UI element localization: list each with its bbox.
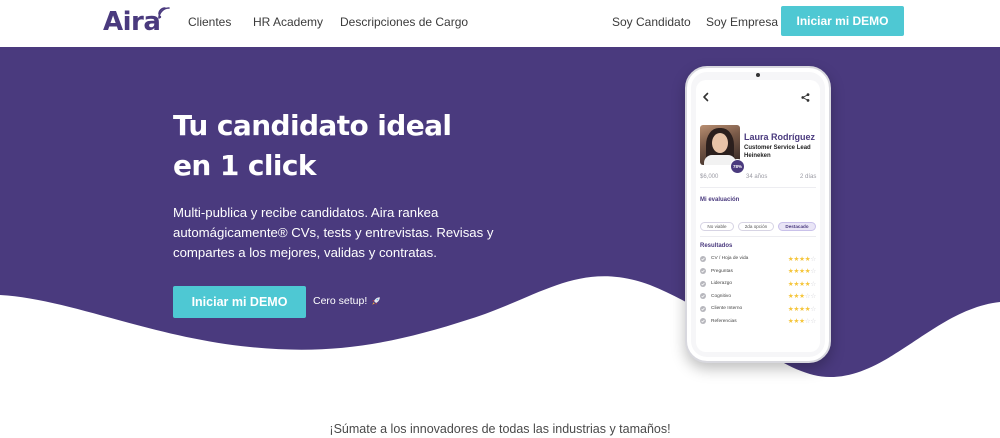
divider — [700, 236, 816, 237]
result-label: Cliente Interno — [711, 306, 743, 311]
evaluation-option-no-viable[interactable]: No viable — [700, 222, 734, 231]
result-row: Cliente Interno ★★★★☆ — [700, 304, 816, 313]
result-row: Referencias ★★★☆☆ — [700, 317, 816, 326]
check-icon — [700, 293, 706, 299]
phone-screen: 78% Laura Rodríguez Customer Service Lea… — [696, 80, 820, 352]
candidate-role-title: Customer Service Lead — [744, 145, 811, 151]
hero-title-line1: Tu candidato ideal — [173, 109, 452, 142]
nav-link-descripciones-de-cargo[interactable]: Descripciones de Cargo — [340, 15, 468, 29]
hero-demo-button[interactable]: Iniciar mi DEMO — [173, 286, 306, 318]
setup-note-text: Cero setup! — [313, 295, 368, 307]
bottom-tagline: ¡Súmate a los innovadores de todas las i… — [329, 422, 671, 436]
evaluation-option-destacado[interactable]: Destacado — [778, 222, 816, 231]
nav-link-hr-academy[interactable]: HR Academy — [253, 15, 323, 29]
candidate-name: Laura Rodríguez — [744, 132, 816, 142]
match-badge: 78% — [730, 159, 745, 174]
star-rating-icon: ★★★☆☆ — [787, 318, 816, 325]
setup-note: Cero setup! — [313, 295, 381, 307]
star-rating-icon: ★★★☆☆ — [787, 293, 816, 300]
star-rating-icon: ★★★★☆ — [787, 255, 816, 263]
check-icon — [700, 280, 706, 287]
phone-camera — [756, 73, 760, 77]
results-title: Resultados — [700, 243, 733, 249]
star-rating-icon: ★★★★☆ — [787, 268, 816, 275]
star-rating-icon: ★★★★☆ — [787, 280, 816, 288]
result-label: Cognitivo — [711, 293, 731, 299]
candidate-company: Heineken — [744, 153, 771, 159]
wifi-signal-icon — [158, 7, 171, 19]
top-navbar: Aira Clientes HR Academy Descripciones d… — [0, 0, 1000, 47]
check-icon — [700, 305, 706, 312]
aira-logo[interactable]: Aira — [103, 7, 171, 37]
result-label: CV / Hoja de vida — [711, 256, 749, 261]
result-row: CV / Hoja de vida ★★★★☆ — [700, 254, 816, 263]
hero-title: Tu candidato ideal en 1 click — [173, 106, 452, 186]
phone-mockup: 78% Laura Rodríguez Customer Service Lea… — [685, 66, 831, 363]
divider — [700, 187, 816, 188]
check-icon — [700, 255, 706, 262]
result-label: Referencias — [711, 318, 737, 324]
check-icon — [700, 268, 706, 274]
rocket-icon — [372, 297, 381, 305]
nav-link-soy-empresa[interactable]: Soy Empresa — [706, 15, 778, 29]
star-rating-icon: ★★★★☆ — [787, 305, 816, 313]
candidate-age: 34 años — [746, 174, 768, 180]
back-arrow-icon[interactable] — [701, 92, 711, 102]
nav-link-soy-candidato[interactable]: Soy Candidato — [612, 15, 691, 29]
evaluation-title: Mi evaluación — [700, 197, 740, 203]
result-row: Cognitivo ★★★☆☆ — [700, 292, 816, 301]
candidate-role: Customer Service Lead Heineken — [744, 144, 811, 160]
hero-description: Multi-publica y recibe candidatos. Aira … — [173, 205, 494, 260]
share-icon[interactable] — [801, 93, 810, 102]
result-label: Preguntas — [711, 268, 733, 274]
logo-text: Aira — [103, 7, 161, 37]
check-icon — [700, 318, 706, 324]
result-label: Liderazgo — [711, 281, 733, 286]
nav-link-clientes[interactable]: Clientes — [188, 15, 231, 29]
result-row: Preguntas ★★★★☆ — [700, 267, 816, 276]
result-row: Liderazgo ★★★★☆ — [700, 279, 816, 288]
landing-page: Aira Clientes HR Academy Descripciones d… — [0, 0, 1000, 438]
candidate-availability: 2 días — [800, 174, 817, 180]
evaluation-option-segunda[interactable]: 2da opción — [738, 222, 774, 231]
candidate-salary: $6,000 — [700, 174, 719, 180]
hero-title-line2: en 1 click — [173, 149, 317, 182]
header-demo-button[interactable]: Iniciar mi DEMO — [781, 6, 904, 36]
